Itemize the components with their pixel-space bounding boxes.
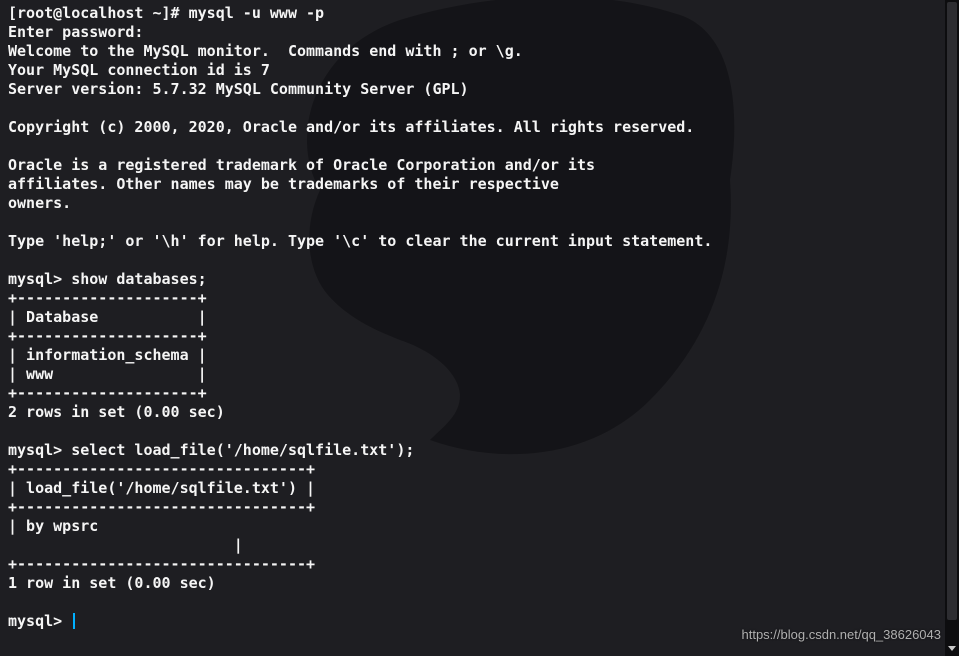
- table-border: +--------------------------------+: [8, 498, 951, 517]
- scrollbar-track[interactable]: [945, 0, 959, 656]
- output-line: Copyright (c) 2000, 2020, Oracle and/or …: [8, 118, 951, 137]
- output-line: Type 'help;' or '\h' for help. Type '\c'…: [8, 232, 951, 251]
- table-row: | by wpsrc: [8, 517, 951, 536]
- shell-prompt-line: [root@localhost ~]# mysql -u www -p: [8, 4, 951, 23]
- chevron-down-icon: [948, 646, 956, 652]
- table-border: +--------------------------------+: [8, 460, 951, 479]
- output-line: owners.: [8, 194, 951, 213]
- output-line: Enter password:: [8, 23, 951, 42]
- output-line: Server version: 5.7.32 MySQL Community S…: [8, 80, 951, 99]
- result-summary: 1 row in set (0.00 sec): [8, 574, 951, 593]
- mysql-prompt: mysql>: [8, 612, 71, 630]
- blank-line: [8, 137, 951, 156]
- mysql-prompt: mysql>: [8, 441, 71, 459]
- output-line: Oracle is a registered trademark of Orac…: [8, 156, 951, 175]
- blank-line: [8, 251, 951, 270]
- scroll-down-button[interactable]: [945, 642, 959, 656]
- table-row: |: [8, 536, 951, 555]
- shell-command: mysql -u www -p: [189, 4, 324, 22]
- mysql-prompt: mysql>: [8, 270, 71, 288]
- table-border: +--------------------+: [8, 289, 951, 308]
- output-line: Your MySQL connection id is 7: [8, 61, 951, 80]
- mysql-prompt-line: mysql> select load_file('/home/sqlfile.t…: [8, 441, 951, 460]
- watermark-text: https://blog.csdn.net/qq_38626043: [742, 625, 942, 644]
- result-summary: 2 rows in set (0.00 sec): [8, 403, 951, 422]
- blank-line: [8, 99, 951, 118]
- blank-line: [8, 422, 951, 441]
- blank-line: [8, 213, 951, 232]
- cursor-icon: [73, 613, 75, 629]
- table-row: | www |: [8, 365, 951, 384]
- shell-prompt: [root@localhost ~]#: [8, 4, 189, 22]
- output-line: Welcome to the MySQL monitor. Commands e…: [8, 42, 951, 61]
- table-border: +--------------------+: [8, 327, 951, 346]
- table-header: | Database |: [8, 308, 951, 327]
- output-line: affiliates. Other names may be trademark…: [8, 175, 951, 194]
- blank-line: [8, 593, 951, 612]
- table-border: +--------------------------------+: [8, 555, 951, 574]
- sql-command: show databases;: [71, 270, 206, 288]
- table-header: | load_file('/home/sqlfile.txt') |: [8, 479, 951, 498]
- sql-command: select load_file('/home/sqlfile.txt');: [71, 441, 414, 459]
- scrollbar-thumb[interactable]: [947, 2, 957, 620]
- table-row: | information_schema |: [8, 346, 951, 365]
- terminal-window[interactable]: [root@localhost ~]# mysql -u www -p Ente…: [0, 0, 959, 656]
- table-border: +--------------------+: [8, 384, 951, 403]
- mysql-prompt-line: mysql> show databases;: [8, 270, 951, 289]
